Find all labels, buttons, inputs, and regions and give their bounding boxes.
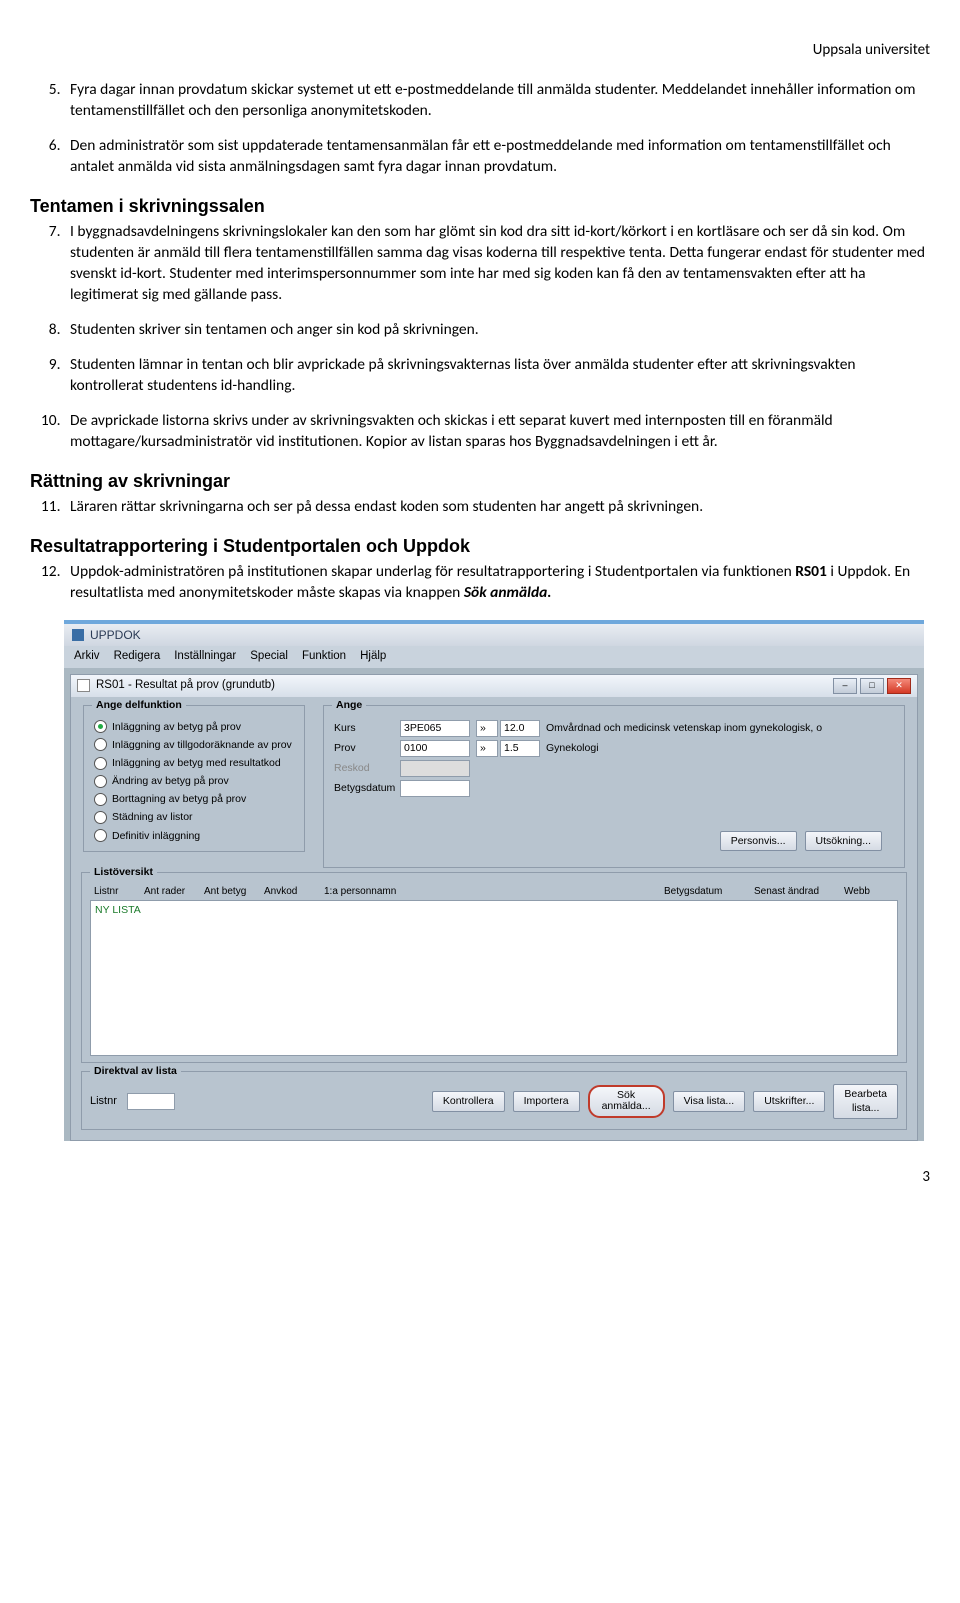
- button-kontrollera[interactable]: Kontrollera: [432, 1091, 505, 1111]
- minimize-button[interactable]: –: [833, 678, 857, 694]
- list-item-10: De avprickade listorna skrivs under av s…: [64, 411, 930, 453]
- list-item-11: Läraren rättar skrivningarna och ser på …: [64, 497, 930, 518]
- button-utskrifter[interactable]: Utskrifter...: [753, 1091, 825, 1111]
- field-kurs-pts[interactable]: 12.0: [500, 720, 540, 737]
- field-betygsdatum[interactable]: [400, 780, 470, 797]
- radio-borttagning[interactable]: Borttagning av betyg på prov: [94, 792, 294, 806]
- menu-installningar[interactable]: Inställningar: [174, 649, 236, 665]
- kurs-desc: Omvårdnad och medicinsk vetenskap inom g…: [546, 721, 894, 735]
- radio-definitiv[interactable]: Definitiv inläggning: [94, 829, 294, 843]
- lookup-kurs[interactable]: »: [476, 720, 498, 737]
- menu-funktion[interactable]: Funktion: [302, 649, 346, 665]
- radio-resultatkod[interactable]: Inläggning av betyg med resultatkod: [94, 756, 294, 770]
- header-university: Uppsala universitet: [30, 40, 930, 60]
- group-title-listoversikt: Listöversikt: [90, 865, 157, 879]
- doc-icon: [77, 679, 90, 692]
- app-menubar[interactable]: Arkiv Redigera Inställningar Special Fun…: [64, 646, 924, 668]
- field-listnr[interactable]: [127, 1093, 175, 1110]
- menu-redigera[interactable]: Redigera: [114, 649, 161, 665]
- radio-andring[interactable]: Ändring av betyg på prov: [94, 774, 294, 788]
- list-item-8: Studenten skriver sin tentamen och anger…: [64, 320, 930, 341]
- list-body[interactable]: NY LISTA: [90, 900, 898, 1056]
- group-title-delfunktion: Ange delfunktion: [92, 698, 186, 712]
- list-item-7: I byggnadsavdelningens skrivningslokaler…: [64, 222, 930, 306]
- list-item-6: Den administratör som sist uppdaterade t…: [64, 136, 930, 178]
- maximize-button[interactable]: □: [860, 678, 884, 694]
- heading-rattning: Rättning av skrivningar: [30, 469, 930, 493]
- label-prov: Prov: [334, 741, 394, 755]
- field-prov[interactable]: 0100: [400, 740, 470, 757]
- subwindow-rs01: RS01 - Resultat på prov (grundutb) – □ ✕…: [70, 674, 918, 1141]
- button-importera[interactable]: Importera: [513, 1091, 580, 1111]
- app-icon: [72, 629, 84, 641]
- menu-hjalp[interactable]: Hjälp: [360, 649, 386, 665]
- list-item-9: Studenten lämnar in tentan och blir avpr…: [64, 355, 930, 397]
- prov-desc: Gynekologi: [546, 741, 894, 755]
- close-button[interactable]: ✕: [887, 678, 911, 694]
- label-reskod: Reskod: [334, 761, 394, 775]
- list-row-nylista[interactable]: NY LISTA: [95, 904, 141, 916]
- list-item-5: Fyra dagar innan provdatum skickar syste…: [64, 80, 930, 122]
- button-visa-lista[interactable]: Visa lista...: [673, 1091, 746, 1111]
- radio-tillgodoraknande[interactable]: Inläggning av tillgodoräknande av prov: [94, 738, 294, 752]
- app-titlebar: UPPDOK: [64, 624, 924, 646]
- group-listoversikt: Listöversikt Listnr Ant rader Ant betyg …: [81, 872, 907, 1064]
- button-sok-anmalda[interactable]: Sök anmälda...: [588, 1085, 665, 1118]
- group-ange: Ange Kurs 3PE065 » 12.0 Omvårdnad och me…: [323, 705, 905, 868]
- button-utsokning[interactable]: Utsökning...: [805, 831, 882, 851]
- subwindow-title: RS01 - Resultat på prov (grundutb): [96, 678, 275, 694]
- group-delfunktion: Ange delfunktion Inläggning av betyg på …: [83, 705, 305, 852]
- app-title: UPPDOK: [90, 627, 141, 643]
- page-number: 3: [30, 1167, 930, 1187]
- radio-stadning[interactable]: Städning av listor: [94, 810, 294, 824]
- radio-inlaggning-betyg[interactable]: Inläggning av betyg på prov: [94, 720, 294, 734]
- field-prov-pts[interactable]: 1.5: [500, 740, 540, 757]
- group-title-ange: Ange: [332, 698, 366, 712]
- menu-special[interactable]: Special: [250, 649, 288, 665]
- list-headers: Listnr Ant rader Ant betyg Anvkod 1:a pe…: [90, 885, 898, 901]
- group-direktval: Direktval av lista Listnr Kontrollera Im…: [81, 1071, 907, 1129]
- field-reskod: [400, 760, 470, 777]
- field-kurs[interactable]: 3PE065: [400, 720, 470, 737]
- uppdok-app-screenshot: UPPDOK Arkiv Redigera Inställningar Spec…: [64, 620, 924, 1141]
- lookup-prov[interactable]: »: [476, 740, 498, 757]
- button-personvis[interactable]: Personvis...: [720, 831, 797, 851]
- button-bearbeta-lista[interactable]: Bearbeta lista...: [833, 1084, 898, 1118]
- label-listnr: Listnr: [90, 1094, 117, 1109]
- subwindow-titlebar: RS01 - Resultat på prov (grundutb) – □ ✕: [71, 675, 917, 697]
- label-betygsdatum: Betygsdatum: [334, 781, 394, 795]
- heading-resultat: Resultatrapportering i Studentportalen o…: [30, 534, 930, 558]
- group-title-direktval: Direktval av lista: [90, 1064, 181, 1078]
- list-item-12: Uppdok-administratören på institutionen …: [64, 562, 930, 604]
- menu-arkiv[interactable]: Arkiv: [74, 649, 100, 665]
- label-kurs: Kurs: [334, 721, 394, 735]
- heading-tentamen: Tentamen i skrivningssalen: [30, 194, 930, 218]
